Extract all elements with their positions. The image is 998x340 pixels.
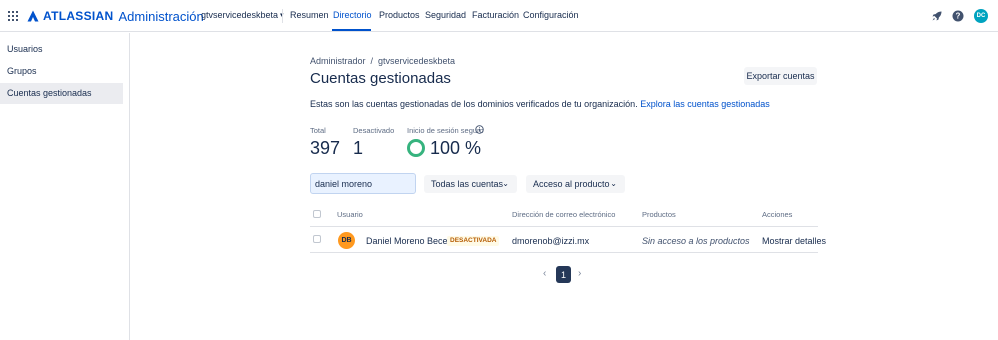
app-title: Administración [118, 8, 204, 24]
column-header-productos: Productos [642, 210, 676, 219]
deactivated-label: Desactivado [353, 126, 395, 135]
description-text: Estas son las cuentas gestionadas de los… [310, 99, 638, 109]
total-label: Total [310, 126, 326, 135]
current-page-button[interactable]: 1 [556, 266, 571, 283]
user-email: dmorenob@izzi.mx [512, 236, 590, 246]
product-access-dropdown[interactable]: Acceso al producto ⌄ [526, 175, 625, 193]
org-name: gtvservicedeskbeta [201, 10, 279, 20]
sidebar-item-grupos[interactable]: Grupos [0, 61, 123, 82]
table-row-divider [310, 252, 818, 253]
table-header-divider [310, 226, 818, 227]
secure-login-value: 100 % [430, 138, 482, 158]
sidebar-item-cuentas-gestionadas[interactable]: Cuentas gestionadas [0, 83, 123, 104]
status-badge: DESACTIVADA [447, 236, 500, 246]
column-header-acciones: Acciones [762, 210, 793, 219]
top-navigation-bar: ATLASSIAN Administración gtvservicedeskb… [0, 0, 998, 32]
nav-facturacion[interactable]: Facturación [472, 10, 519, 20]
user-products: Sin acceso a los productos [642, 236, 750, 246]
nav-directorio[interactable]: Directorio [333, 10, 372, 20]
show-details-link[interactable]: Mostrar detalles [762, 236, 826, 246]
total-value: 397 [310, 138, 341, 158]
accounts-filter-dropdown[interactable]: Todas las cuentas ⌄ [424, 175, 517, 193]
secure-login-label: Inicio de sesión seguro [407, 126, 484, 135]
previous-page-icon[interactable]: ‹ [543, 268, 546, 279]
chevron-down-icon: ⌄ [502, 179, 509, 188]
app-switcher-icon[interactable] [8, 11, 18, 21]
column-header-usuario[interactable]: Usuario [337, 210, 363, 219]
product-access-label: Acceso al producto [533, 179, 610, 189]
brand-name: ATLASSIAN [43, 9, 114, 23]
row-checkbox[interactable] [313, 235, 321, 243]
nav-divider [282, 9, 283, 23]
nav-resumen[interactable]: Resumen [290, 10, 329, 20]
help-icon[interactable]: ? [952, 10, 964, 22]
secure-login-progress-ring [407, 139, 425, 157]
export-accounts-button[interactable]: Exportar cuentas [744, 67, 817, 85]
select-all-checkbox[interactable] [313, 210, 321, 218]
deactivated-value: 1 [353, 138, 364, 158]
nav-configuracion[interactable]: Configuración [523, 10, 579, 20]
avatar: DB [338, 232, 355, 249]
atlassian-logo-icon [27, 10, 39, 22]
sidebar: Usuarios Grupos Cuentas gestionadas [0, 33, 130, 340]
page-description: Estas son las cuentas gestionadas de los… [310, 99, 770, 109]
column-header-email: Dirección de correo electrónico [512, 210, 616, 219]
active-nav-indicator [332, 29, 371, 31]
user-name[interactable]: Daniel Moreno Becerra [366, 236, 459, 246]
accounts-filter-label: Todas las cuentas [431, 179, 504, 189]
rocket-icon[interactable] [931, 10, 943, 22]
next-page-icon[interactable]: › [578, 268, 581, 279]
page-title: Cuentas gestionadas [310, 70, 451, 87]
profile-avatar[interactable]: DC [974, 9, 988, 23]
sidebar-item-usuarios[interactable]: Usuarios [0, 39, 123, 60]
explore-managed-accounts-link[interactable]: Explora las cuentas gestionadas [640, 99, 770, 109]
org-switcher[interactable]: gtvservicedeskbeta ▾ [201, 10, 284, 20]
chevron-down-icon: ⌄ [610, 179, 617, 188]
atlassian-logo[interactable]: ATLASSIAN Administración [27, 8, 204, 24]
nav-productos[interactable]: Productos [379, 10, 420, 20]
nav-seguridad[interactable]: Seguridad [425, 10, 466, 20]
search-input[interactable] [310, 173, 416, 194]
svg-text:?: ? [956, 12, 961, 21]
breadcrumb[interactable]: Administrador / gtvservicedeskbeta [310, 56, 455, 66]
info-icon[interactable] [475, 125, 484, 134]
